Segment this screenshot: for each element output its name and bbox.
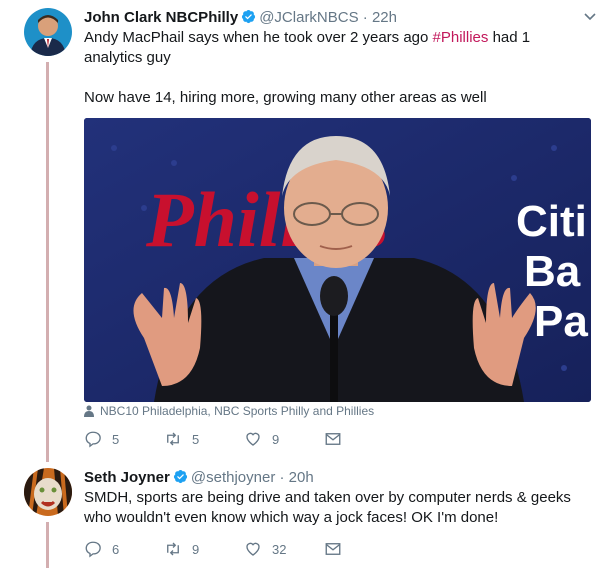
retweet-button[interactable]: 9 <box>164 540 244 558</box>
direct-message-button[interactable] <box>324 430 404 448</box>
retweet-count: 5 <box>192 431 200 447</box>
hashtag-link[interactable]: #Phillies <box>433 29 489 46</box>
tweet-text-paragraph: Now have 14, hiring more, growing many o… <box>84 89 487 106</box>
avatar[interactable] <box>24 468 72 516</box>
chevron-down-icon[interactable] <box>583 10 597 24</box>
envelope-icon <box>325 433 341 445</box>
tweet-text-part: Andy MacPhail says when he took over 2 y… <box>84 29 433 46</box>
retweet-count: 9 <box>192 541 200 557</box>
reply-icon <box>85 431 101 448</box>
author-name[interactable]: John Clark NBCPhilly <box>84 9 238 26</box>
reply-button[interactable]: 5 <box>84 430 164 448</box>
like-count: 32 <box>272 541 287 557</box>
backdrop-sponsor-text: Pa <box>534 297 588 346</box>
verified-badge-icon <box>173 469 188 484</box>
tweet-text: SMDH, sports are being drive and taken o… <box>84 489 571 526</box>
reply-count: 6 <box>112 541 120 557</box>
tweet-john-clark[interactable]: John Clark NBCPhilly @JClarkNBCS · 22h An… <box>0 0 615 460</box>
author-name[interactable]: Seth Joyner <box>84 469 170 486</box>
tweet-actions: 5 5 9 <box>84 430 404 448</box>
reply-count: 5 <box>112 431 120 447</box>
backdrop-sponsor-text: Citi <box>516 197 587 246</box>
avatar[interactable] <box>24 8 72 56</box>
media-credit-text[interactable]: NBC10 Philadelphia, NBC Sports Philly an… <box>100 404 374 418</box>
author-handle[interactable]: @sethjoyner <box>191 469 275 486</box>
reply-button[interactable]: 6 <box>84 540 164 558</box>
like-button[interactable]: 9 <box>244 430 324 448</box>
tweet-timestamp[interactable]: 22h <box>372 9 397 26</box>
reply-icon <box>85 541 101 558</box>
retweet-icon <box>167 542 179 556</box>
direct-message-button[interactable] <box>324 540 404 558</box>
tweet-actions: 6 9 32 <box>84 540 404 558</box>
tweet-text: Andy MacPhail says when he took over 2 y… <box>84 28 584 108</box>
tweet-media-image[interactable]: Phillies Citi Ba Pa <box>84 118 591 402</box>
author-handle[interactable]: @JClarkNBCS <box>259 9 358 26</box>
verified-badge-icon <box>241 9 256 24</box>
like-button[interactable]: 32 <box>244 540 324 558</box>
tweet-header: Seth Joyner @sethjoyner · 20h <box>84 469 314 486</box>
envelope-icon <box>325 543 341 555</box>
retweet-button[interactable]: 5 <box>164 430 244 448</box>
person-icon <box>84 405 94 417</box>
tweet-header: John Clark NBCPhilly @JClarkNBCS · 22h <box>84 9 397 26</box>
tweet-seth-joyner[interactable]: Seth Joyner @sethjoyner · 20h SMDH, sport… <box>0 460 615 568</box>
media-credit[interactable]: NBC10 Philadelphia, NBC Sports Philly an… <box>84 404 374 418</box>
heart-icon <box>246 432 260 446</box>
tweet-timestamp[interactable]: 20h <box>289 469 314 486</box>
backdrop-sponsor-text: Ba <box>524 247 581 296</box>
retweet-icon <box>167 432 179 446</box>
heart-icon <box>246 542 260 556</box>
like-count: 9 <box>272 431 280 447</box>
